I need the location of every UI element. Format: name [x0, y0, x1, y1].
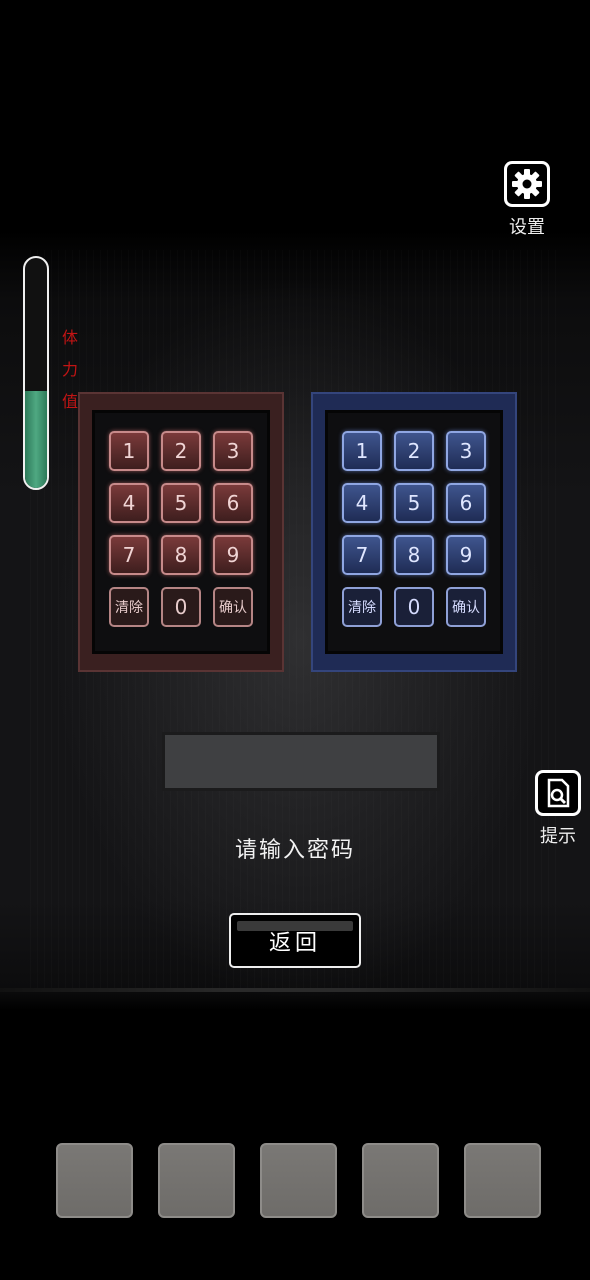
blue-key-3[interactable]: 3 [446, 431, 486, 471]
document-search-icon [535, 770, 581, 816]
red-keypad-panel: 1 2 3 4 5 6 7 8 9 清除 0 确认 [92, 410, 270, 654]
inventory-bar [56, 1143, 541, 1218]
blue-key-6[interactable]: 6 [446, 483, 486, 523]
red-key-2[interactable]: 2 [161, 431, 201, 471]
back-button[interactable]: 返回 [229, 913, 361, 968]
inventory-slot-4[interactable] [362, 1143, 439, 1218]
inventory-slot-3[interactable] [260, 1143, 337, 1218]
red-key-8[interactable]: 8 [161, 535, 201, 575]
settings-label: 设置 [509, 217, 545, 238]
stamina-bar [23, 256, 49, 490]
red-keypad-grid: 1 2 3 4 5 6 7 8 9 清除 0 确认 [109, 431, 253, 627]
floor-edge [0, 988, 590, 992]
blue-keypad: 1 2 3 4 5 6 7 8 9 清除 0 确认 [311, 392, 517, 672]
red-key-6[interactable]: 6 [213, 483, 253, 523]
red-key-1[interactable]: 1 [109, 431, 149, 471]
blue-keypad-grid: 1 2 3 4 5 6 7 8 9 清除 0 确认 [342, 431, 486, 627]
password-display [162, 732, 440, 791]
settings-button[interactable]: 设置 [504, 161, 550, 239]
red-key-4[interactable]: 4 [109, 483, 149, 523]
red-key-10[interactable]: 清除 [109, 587, 149, 627]
blue-key-8[interactable]: 8 [394, 535, 434, 575]
red-keypad: 1 2 3 4 5 6 7 8 9 清除 0 确认 [78, 392, 284, 672]
blue-key-9[interactable]: 9 [446, 535, 486, 575]
blue-key-12[interactable]: 确认 [446, 587, 486, 627]
blue-key-4[interactable]: 4 [342, 483, 382, 523]
gear-icon [504, 161, 550, 207]
back-button-label: 返回 [268, 930, 321, 956]
inventory-slot-5[interactable] [464, 1143, 541, 1218]
red-key-5[interactable]: 5 [161, 483, 201, 523]
red-key-9[interactable]: 9 [213, 535, 253, 575]
password-prompt: 请输入密码 [234, 838, 355, 863]
blue-key-5[interactable]: 5 [394, 483, 434, 523]
red-key-7[interactable]: 7 [109, 535, 149, 575]
blue-key-11[interactable]: 0 [394, 587, 434, 627]
blue-key-2[interactable]: 2 [394, 431, 434, 471]
blue-keypad-panel: 1 2 3 4 5 6 7 8 9 清除 0 确认 [325, 410, 503, 654]
red-key-11[interactable]: 0 [161, 587, 201, 627]
stamina-fill [25, 391, 47, 488]
red-key-3[interactable]: 3 [213, 431, 253, 471]
blue-key-7[interactable]: 7 [342, 535, 382, 575]
red-key-12[interactable]: 确认 [213, 587, 253, 627]
inventory-slot-2[interactable] [158, 1143, 235, 1218]
blue-key-1[interactable]: 1 [342, 431, 382, 471]
blue-key-10[interactable]: 清除 [342, 587, 382, 627]
inventory-slot-1[interactable] [56, 1143, 133, 1218]
